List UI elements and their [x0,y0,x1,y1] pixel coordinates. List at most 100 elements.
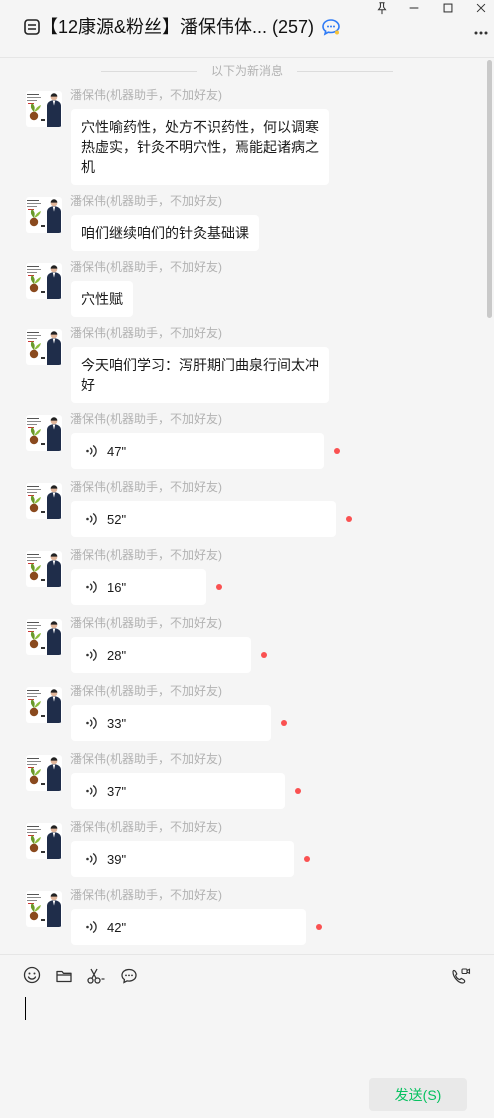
message: 潘保伟(机器助手，不加好友) 28" [0,616,480,676]
voice-bubble[interactable]: 28" [71,637,251,673]
avatar-image [26,823,62,859]
voice-bubble[interactable]: 33" [71,705,271,741]
voice-bubble[interactable]: 52" [71,501,336,537]
title-bar: 【12康源&粉丝】潘保伟体... (257) [0,0,494,58]
voice-bubble[interactable]: 42" [71,909,306,945]
sender-name: 潘保伟(机器助手，不加好友) [70,480,222,494]
unread-dot [295,788,301,794]
sender-avatar[interactable] [26,619,62,655]
sender-name: 潘保伟(机器助手，不加好友) [70,548,222,562]
sender-avatar[interactable] [26,687,62,723]
unread-dot [316,924,322,930]
voice-wave-icon [85,580,97,594]
avatar-image [26,619,62,655]
divider-rule-left [100,70,197,72]
voice-wave-icon [85,512,97,526]
voice-row: 16" [71,569,222,605]
voice-duration: 37" [107,783,127,799]
sender-name: 潘保伟(机器助手，不加好友) [70,88,222,102]
sender-avatar[interactable] [26,329,62,365]
sender-avatar[interactable] [26,91,62,127]
message: 潘保伟(机器助手，不加好友) 37" [0,752,480,812]
divider-rule-right [297,70,393,72]
message-line: 热虚实，针灸不明穴性，焉能起诸病之 [81,139,319,155]
unread-dot [281,720,287,726]
sender-name: 潘保伟(机器助手，不加好友) [70,616,222,630]
sender-avatar[interactable] [26,197,62,233]
message: 潘保伟(机器助手，不加好友) 穴性喻药性，处方不识药性，何以调寒 热虚实，针灸不… [0,88,480,185]
sender-name: 潘保伟(机器助手，不加好友) [70,260,222,274]
sender-name: 潘保伟(机器助手，不加好友) [70,326,222,340]
voice-wave-icon [85,784,97,798]
message: 潘保伟(机器助手，不加好友) 47" [0,412,480,472]
avatar-image [26,91,62,127]
voice-duration: 52" [107,511,127,527]
chat-list-icon [23,18,41,36]
voice-bubble[interactable]: 16" [71,569,206,605]
sender-name: 潘保伟(机器助手，不加好友) [70,752,222,766]
message: 潘保伟(机器助手，不加好友) 穴性赋 [0,260,480,320]
voice-wave-icon [85,444,97,458]
text-bubble[interactable]: 穴性喻药性，处方不识药性，何以调寒 热虚实，针灸不明穴性，焉能起诸病之 机 [71,109,329,185]
message-line: 今天咱们学习：泻肝期门曲泉行间太冲 [81,357,319,373]
voice-row: 37" [71,773,301,809]
text-bubble[interactable]: 咱们继续咱们的针灸基础课 [71,215,259,251]
sender-avatar[interactable] [26,823,62,859]
chat-history-icon[interactable] [119,966,139,986]
voice-duration: 42" [107,919,127,935]
message: 潘保伟(机器助手，不加好友) 42" [0,888,480,948]
avatar-image [26,197,62,233]
voice-wave-icon [85,852,97,866]
voice-wave-icon [85,648,97,662]
pin-icon[interactable] [374,0,390,16]
message: 潘保伟(机器助手，不加好友) 今天咱们学习：泻肝期门曲泉行间太冲 好 [0,326,480,403]
unread-dot [304,856,310,862]
unread-dot [334,448,340,454]
unread-dot [261,652,267,658]
sender-avatar[interactable] [26,755,62,791]
sender-name: 潘保伟(机器助手，不加好友) [70,412,222,426]
message-line: 穴性赋 [81,291,123,307]
unread-dot [346,516,352,522]
sender-avatar[interactable] [26,415,62,451]
avatar-image [26,415,62,451]
unread-dot [216,584,222,590]
new-messages-divider: 以下为新消息 [0,64,494,78]
more-icon[interactable] [471,26,491,40]
message: 潘保伟(机器助手，不加好友) 39" [0,820,480,880]
message: 潘保伟(机器助手，不加好友) 33" [0,684,480,744]
text-bubble[interactable]: 穴性赋 [71,281,133,317]
voice-bubble[interactable]: 39" [71,841,294,877]
sender-avatar[interactable] [26,483,62,519]
send-button[interactable]: 发送(S) [369,1078,467,1111]
sender-name: 潘保伟(机器助手，不加好友) [70,888,222,902]
avatar-image [26,551,62,587]
emoji-icon[interactable] [22,965,42,985]
message: 潘保伟(机器助手，不加好友) 52" [0,480,480,540]
minimize-icon[interactable] [406,0,422,16]
voice-row: 47" [71,433,340,469]
voice-bubble[interactable]: 47" [71,433,324,469]
sender-avatar[interactable] [26,891,62,927]
avatar-image [26,483,62,519]
video-call-icon[interactable] [451,966,471,986]
sender-name: 潘保伟(机器助手，不加好友) [70,684,222,698]
message: 潘保伟(机器助手，不加好友) 16" [0,548,480,608]
screenshot-icon[interactable] [86,966,106,986]
voice-row: 33" [71,705,287,741]
voice-duration: 47" [107,443,127,459]
message-input[interactable] [10,992,484,1070]
message-line: 穴性喻药性，处方不识药性，何以调寒 [81,119,319,135]
avatar-image [26,263,62,299]
avatar-image [26,687,62,723]
voice-bubble[interactable]: 37" [71,773,285,809]
maximize-icon[interactable] [440,0,456,16]
sender-avatar[interactable] [26,551,62,587]
folder-icon[interactable] [54,966,74,986]
chat-scrollbar[interactable] [487,60,492,318]
text-bubble[interactable]: 今天咱们学习：泻肝期门曲泉行间太冲 好 [71,347,329,403]
close-icon[interactable] [473,0,489,16]
sender-avatar[interactable] [26,263,62,299]
message-line: 好 [81,377,95,393]
avatar-image [26,329,62,365]
